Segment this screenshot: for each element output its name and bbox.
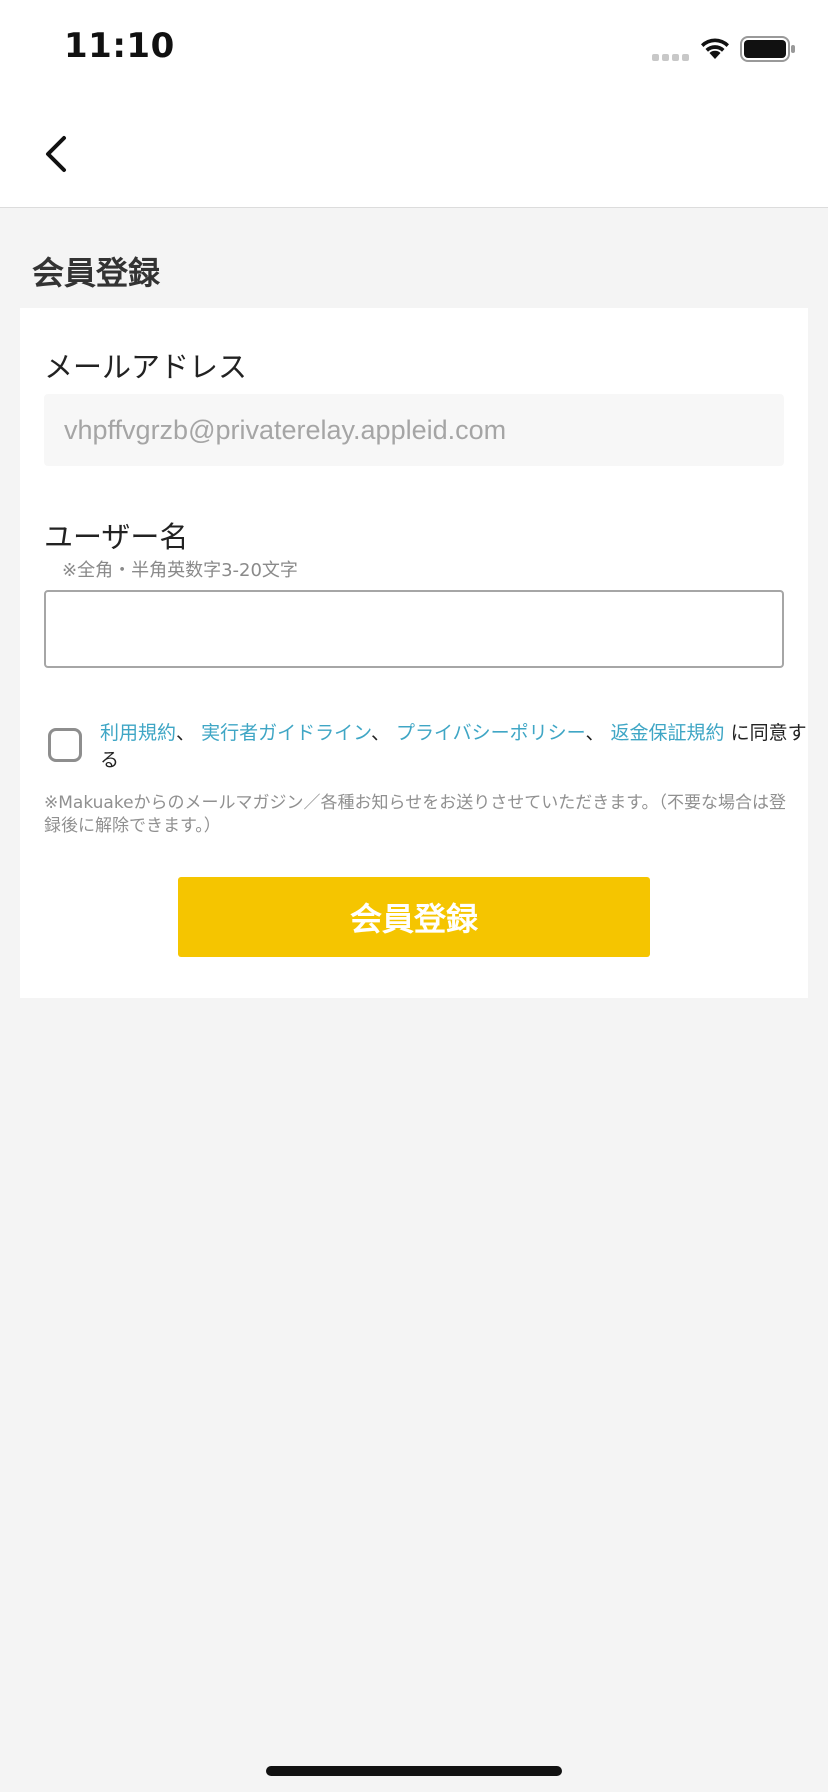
cellular-signal-icon: [652, 54, 689, 61]
separator: 、: [370, 722, 390, 744]
email-field: vhpffvgrzb@privaterelay.appleid.com: [44, 394, 784, 466]
guidelines-link[interactable]: 実行者ガイドライン: [201, 722, 371, 744]
username-input[interactable]: [44, 590, 784, 668]
agree-checkbox[interactable]: [48, 728, 82, 762]
separator: 、: [176, 722, 196, 744]
terms-link[interactable]: 利用規約: [100, 722, 176, 744]
chevron-left-icon: [46, 136, 66, 172]
back-button[interactable]: [38, 130, 78, 178]
registration-form: メールアドレス vhpffvgrzb@privaterelay.appleid.…: [20, 308, 808, 998]
newsletter-notice: ※Makuakeからのメールマガジン／各種お知らせをお送りさせていただきます。（…: [44, 793, 786, 836]
separator: 、: [585, 722, 605, 744]
status-time: 11:10: [64, 26, 175, 66]
register-button[interactable]: 会員登録: [178, 877, 650, 957]
battery-icon: [740, 36, 795, 62]
status-bar: 11:10: [0, 0, 828, 100]
username-label: ユーザー名: [44, 520, 189, 554]
wifi-icon: [701, 38, 729, 59]
username-hint: ※全角・半角英数字3-20文字: [62, 560, 298, 581]
email-label: メールアドレス: [44, 350, 248, 384]
home-indicator: [266, 1766, 562, 1776]
privacy-policy-link[interactable]: プライバシーポリシー: [396, 722, 585, 744]
agreement-text: 利用規約、 実行者ガイドライン、 プライバシーポリシー、 返金保証規約 に同意す…: [100, 720, 810, 774]
refund-policy-link[interactable]: 返金保証規約: [611, 722, 725, 744]
page-title: 会員登録: [32, 254, 161, 292]
navigation-bar: [0, 100, 828, 208]
